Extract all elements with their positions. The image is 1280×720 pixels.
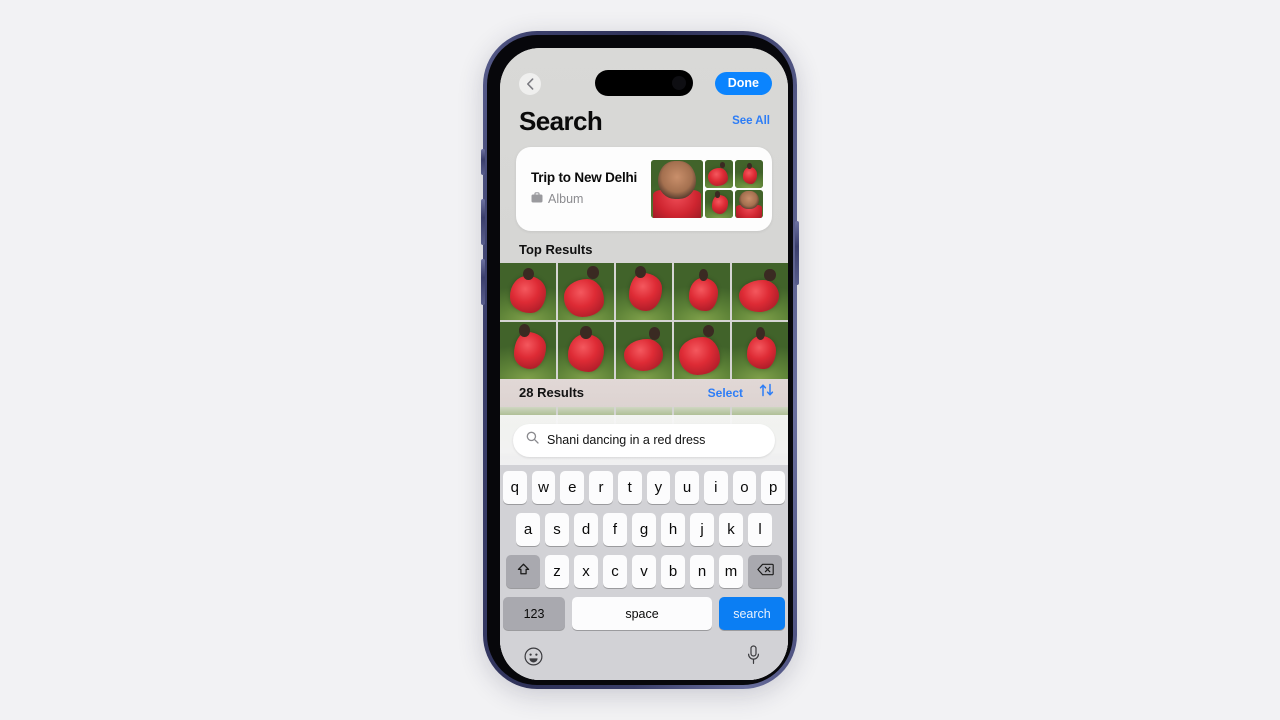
key-c[interactable]: c <box>603 555 627 588</box>
photo-thumbnail[interactable] <box>673 321 731 379</box>
key-z[interactable]: z <box>545 555 569 588</box>
key-h[interactable]: h <box>661 513 685 546</box>
chevron-left-icon <box>526 78 535 90</box>
key-e[interactable]: e <box>560 471 585 504</box>
photo-thumbnail[interactable] <box>615 321 673 379</box>
volume-up-button[interactable] <box>481 199 485 245</box>
album-card-text: Trip to New Delhi Album <box>531 170 651 208</box>
space-key[interactable]: space <box>572 597 712 630</box>
numbers-key[interactable]: 123 <box>503 597 565 630</box>
keyboard-row-1: q w e r t y u i o p <box>502 471 786 504</box>
phone-bezel: Done Search See All Trip to New Delhi Al… <box>487 35 793 685</box>
key-p[interactable]: p <box>761 471 786 504</box>
key-q[interactable]: q <box>502 471 527 504</box>
key-a[interactable]: a <box>516 513 540 546</box>
results-count-bar: 28 Results Select <box>500 378 788 407</box>
search-field-container: Shani dancing in a red dress <box>500 415 788 465</box>
key-m[interactable]: m <box>719 555 743 588</box>
photo-thumbnail[interactable] <box>731 263 788 320</box>
results-count-label: 28 Results <box>519 385 585 400</box>
keyboard-row-4: 123 space search <box>503 597 785 630</box>
keyboard-row-3: z x c v b n m <box>503 555 785 588</box>
album-thumbnail <box>705 190 733 218</box>
sort-arrows-icon[interactable] <box>759 383 774 402</box>
top-results-grid <box>500 263 788 379</box>
key-o[interactable]: o <box>732 471 757 504</box>
dictation-key[interactable] <box>746 645 761 670</box>
photo-thumbnail[interactable] <box>673 263 731 320</box>
see-all-link[interactable]: See All <box>732 115 770 127</box>
key-x[interactable]: x <box>574 555 598 588</box>
key-b[interactable]: b <box>661 555 685 588</box>
key-r[interactable]: r <box>589 471 613 504</box>
photo-thumbnail[interactable] <box>500 321 557 379</box>
phone-device-frame: Done Search See All Trip to New Delhi Al… <box>481 31 799 689</box>
microphone-icon <box>746 645 761 669</box>
key-l[interactable]: l <box>748 513 772 546</box>
emoji-key[interactable] <box>524 647 543 671</box>
title-row: Search See All <box>500 102 788 140</box>
photo-thumbnail[interactable] <box>557 321 615 379</box>
photo-thumbnail[interactable] <box>731 321 788 379</box>
back-button[interactable] <box>519 73 541 95</box>
volume-down-button[interactable] <box>481 259 485 305</box>
key-d[interactable]: d <box>574 513 598 546</box>
key-v[interactable]: v <box>632 555 656 588</box>
search-input-value: Shani dancing in a red dress <box>547 433 706 447</box>
album-icon <box>531 190 543 208</box>
search-input[interactable]: Shani dancing in a red dress <box>513 423 775 457</box>
key-w[interactable]: w <box>531 471 556 504</box>
album-thumbnail <box>651 160 703 218</box>
on-screen-keyboard: q w e r t y u i o p a s d f g h j k l z … <box>500 465 788 680</box>
select-button[interactable]: Select <box>708 386 743 400</box>
backspace-key[interactable] <box>748 555 782 588</box>
phone-screen: Done Search See All Trip to New Delhi Al… <box>500 48 788 680</box>
keyboard-row-2: a s d f g h j k l <box>503 513 785 546</box>
top-results-heading: Top Results <box>519 242 593 257</box>
results-bar-actions: Select <box>708 383 774 402</box>
key-s[interactable]: s <box>545 513 569 546</box>
album-thumbnail <box>705 160 733 188</box>
shift-icon <box>516 562 531 581</box>
search-icon <box>526 431 539 449</box>
album-title: Trip to New Delhi <box>531 170 638 185</box>
key-f[interactable]: f <box>603 513 627 546</box>
emoji-icon <box>524 647 543 670</box>
screenshot-canvas: Done Search See All Trip to New Delhi Al… <box>0 0 1280 720</box>
key-i[interactable]: i <box>703 471 728 504</box>
album-subtitle: Album <box>548 192 584 206</box>
album-subtitle-row: Album <box>531 190 651 208</box>
key-t[interactable]: t <box>617 471 642 504</box>
album-thumbnail-collage <box>651 160 763 218</box>
navigation-bar: Done <box>500 48 788 102</box>
shift-key[interactable] <box>506 555 540 588</box>
keyboard-footer <box>503 639 785 680</box>
photo-thumbnail[interactable] <box>557 263 615 320</box>
backspace-icon <box>756 563 774 580</box>
photo-thumbnail[interactable] <box>615 263 673 320</box>
album-thumbnail-grid <box>705 160 763 218</box>
search-key[interactable]: search <box>719 597 785 630</box>
done-button[interactable]: Done <box>714 72 772 95</box>
power-button[interactable] <box>795 221 799 285</box>
album-thumbnail <box>735 160 763 188</box>
keyboard-region: Shani dancing in a red dress q w e r t y <box>500 415 788 680</box>
key-j[interactable]: j <box>690 513 714 546</box>
album-result-card[interactable]: Trip to New Delhi Album <box>516 147 772 231</box>
key-k[interactable]: k <box>719 513 743 546</box>
dynamic-island <box>595 70 693 96</box>
page-title: Search <box>519 105 603 136</box>
album-thumbnail <box>735 190 763 218</box>
key-g[interactable]: g <box>632 513 656 546</box>
key-y[interactable]: y <box>646 471 671 504</box>
photos-app: Done Search See All Trip to New Delhi Al… <box>500 48 788 680</box>
key-n[interactable]: n <box>690 555 714 588</box>
photo-thumbnail[interactable] <box>500 263 557 320</box>
action-button[interactable] <box>481 149 485 175</box>
key-u[interactable]: u <box>675 471 699 504</box>
